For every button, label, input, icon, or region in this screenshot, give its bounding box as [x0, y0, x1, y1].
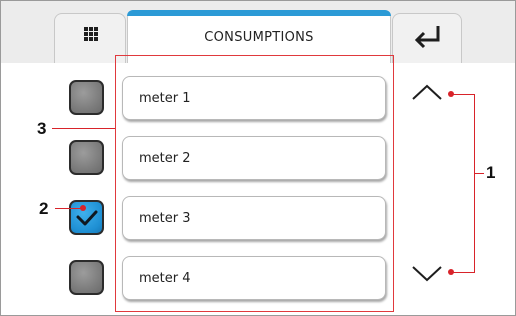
- meter-4-checkbox[interactable]: [69, 260, 104, 295]
- callout-1-label: 1: [486, 163, 496, 182]
- return-arrow-icon: [414, 26, 440, 49]
- meter-list-outline: [115, 55, 394, 312]
- callout-2-line: [55, 208, 81, 209]
- chevron-up-icon: [412, 84, 442, 100]
- device-screen: CONSUMPTIONS meter 1 meter 2 meter 3 met…: [0, 0, 516, 316]
- title-accent-bar: [127, 10, 391, 16]
- meter-3-checkbox[interactable]: [69, 200, 104, 235]
- callout-3-label: 3: [37, 119, 47, 138]
- callout-2-label: 2: [39, 199, 49, 218]
- callout-1-line-top: [452, 94, 475, 95]
- meter-2-checkbox[interactable]: [69, 140, 104, 175]
- back-button[interactable]: [392, 13, 462, 63]
- callout-3-line: [52, 128, 115, 129]
- chevron-down-icon: [412, 266, 442, 282]
- meter-1-checkbox[interactable]: [69, 80, 104, 115]
- callout-1-line-bottom: [452, 272, 475, 273]
- scroll-up-button[interactable]: [411, 83, 443, 101]
- callout-2-dot: [80, 205, 86, 211]
- scroll-down-button[interactable]: [411, 265, 443, 283]
- callout-1-line-vertical: [474, 94, 475, 273]
- checkmark-icon: [76, 210, 98, 226]
- page-title: CONSUMPTIONS: [204, 30, 314, 45]
- callout-1-line-pointer: [475, 173, 484, 174]
